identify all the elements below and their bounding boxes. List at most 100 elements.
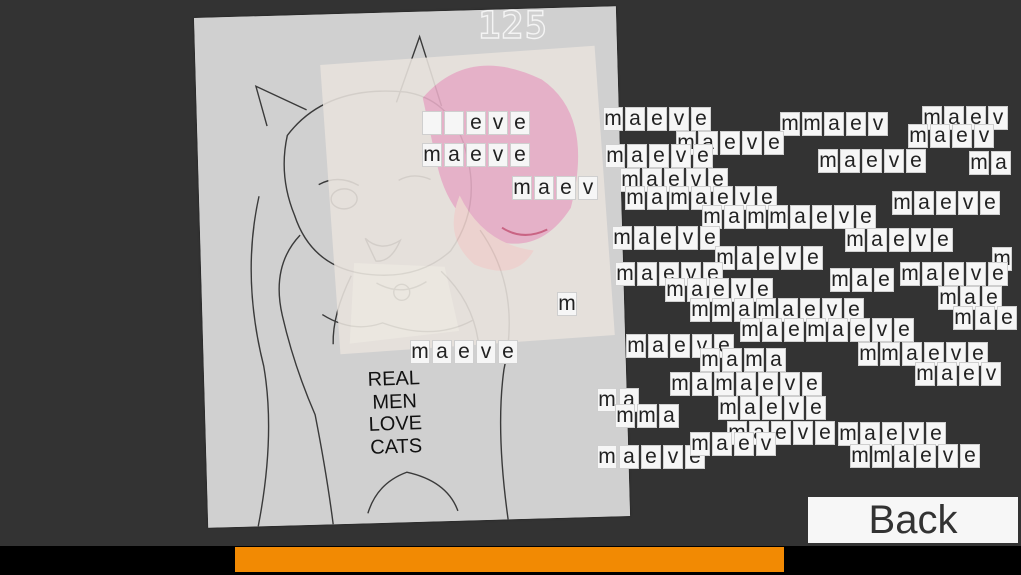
word-tile-group[interactable]: maeve [718, 396, 826, 420]
letter-tile[interactable]: a [712, 432, 732, 456]
letter-tile[interactable]: e [894, 318, 914, 342]
back-button[interactable]: Back [808, 497, 1018, 543]
letter-tile[interactable]: e [802, 372, 822, 396]
letter-tile[interactable]: m [872, 444, 892, 468]
letter-tile[interactable]: m [410, 340, 430, 364]
word-tile-group[interactable]: maeve [715, 246, 823, 270]
letter-tile[interactable]: m [892, 191, 912, 215]
letter-tile[interactable]: e [803, 246, 823, 270]
letter-tile[interactable]: e [656, 226, 676, 250]
letter-tile[interactable]: a [790, 205, 810, 229]
letter-tile[interactable]: m [768, 205, 788, 229]
word-tile-group[interactable]: maeve [818, 149, 926, 173]
letter-tile[interactable]: e [959, 362, 979, 386]
letter-tile[interactable]: e [936, 191, 956, 215]
letter-tile[interactable]: m [690, 432, 710, 456]
letter-tile[interactable]: e [693, 144, 713, 168]
word-tile-group[interactable]: mama [700, 348, 786, 372]
letter-tile[interactable]: e [980, 191, 1000, 215]
letter-tile[interactable]: m [838, 422, 858, 446]
letter-tile[interactable]: a [659, 404, 679, 428]
word-tile-group[interactable]: mae [830, 268, 894, 292]
word-tile-group[interactable]: mmaev [780, 112, 888, 136]
letter-tile[interactable] [422, 111, 442, 135]
letter-tile[interactable]: v [781, 246, 801, 270]
letter-tile[interactable]: m [746, 205, 766, 229]
letter-tile[interactable]: v [476, 340, 496, 364]
letter-tile[interactable]: m [915, 362, 935, 386]
letter-tile[interactable]: e [874, 268, 894, 292]
letter-tile[interactable]: a [860, 422, 880, 446]
letter-tile[interactable]: v [938, 444, 958, 468]
letter-tile[interactable]: v [966, 262, 986, 286]
letter-tile[interactable]: a [922, 262, 942, 286]
letter-tile[interactable]: a [975, 306, 995, 330]
letter-tile[interactable]: m [603, 107, 623, 131]
letter-tile[interactable]: v [678, 226, 698, 250]
letter-tile[interactable]: m [744, 348, 764, 372]
letter-tile[interactable]: a [828, 318, 848, 342]
word-tile-group[interactable]: m [557, 292, 577, 316]
letter-tile[interactable]: v [911, 228, 931, 252]
letter-tile[interactable]: m [802, 112, 822, 136]
letter-tile[interactable]: m [512, 176, 532, 200]
letter-tile[interactable]: e [647, 107, 667, 131]
letter-tile[interactable]: a [692, 372, 712, 396]
letter-tile[interactable]: a [914, 191, 934, 215]
word-tile-group[interactable]: mma [615, 404, 679, 428]
letter-tile[interactable]: m [626, 334, 646, 358]
letter-tile[interactable]: m [845, 228, 865, 252]
letter-tile[interactable]: m [712, 298, 732, 322]
word-tile-group[interactable]: maeve [838, 422, 946, 446]
letter-tile[interactable]: a [894, 444, 914, 468]
letter-tile[interactable]: e [988, 262, 1008, 286]
letter-tile[interactable]: m [690, 298, 710, 322]
word-tile-group[interactable]: mae [953, 306, 1017, 330]
letter-tile[interactable]: v [974, 124, 994, 148]
letter-tile[interactable]: e [812, 205, 832, 229]
letter-tile[interactable]: v [884, 149, 904, 173]
letter-tile[interactable]: m [612, 226, 632, 250]
letter-tile[interactable]: m [615, 262, 635, 286]
letter-tile[interactable]: m [700, 348, 720, 372]
letter-tile[interactable]: e [498, 340, 518, 364]
letter-tile[interactable]: e [815, 421, 835, 445]
letter-tile[interactable]: e [758, 372, 778, 396]
letter-tile[interactable]: m [714, 372, 734, 396]
letter-tile[interactable]: a [736, 372, 756, 396]
word-tile-group[interactable]: maev [915, 362, 1001, 386]
word-tile-group[interactable]: maemaeve [740, 318, 914, 342]
letter-tile[interactable]: v [671, 144, 691, 168]
word-tile-group[interactable]: maeve [612, 226, 720, 250]
letter-tile[interactable]: e [846, 112, 866, 136]
letter-tile[interactable]: v [784, 396, 804, 420]
letter-tile[interactable]: m [615, 404, 635, 428]
letter-tile[interactable]: e [856, 205, 876, 229]
letter-tile[interactable]: e [906, 149, 926, 173]
letter-tile[interactable]: m [718, 396, 738, 420]
letter-tile[interactable]: a [625, 107, 645, 131]
letter-tile[interactable]: m [806, 318, 826, 342]
word-tile-group[interactable]: maeve [410, 340, 518, 364]
letter-tile[interactable]: e [784, 318, 804, 342]
letter-tile[interactable]: e [889, 228, 909, 252]
letter-tile[interactable]: v [742, 131, 762, 155]
letter-tile[interactable]: m [830, 268, 850, 292]
word-tile-group[interactable]: maeve [605, 144, 713, 168]
letter-tile[interactable]: e [850, 318, 870, 342]
letter-tile[interactable]: a [648, 334, 668, 358]
word-tile-group[interactable]: maeve [892, 191, 1000, 215]
letter-tile[interactable]: v [780, 372, 800, 396]
letter-tile[interactable]: e [806, 396, 826, 420]
letter-tile[interactable]: e [882, 422, 902, 446]
letter-tile[interactable]: m [665, 278, 685, 302]
letter-tile[interactable]: e [960, 444, 980, 468]
letter-tile[interactable]: e [641, 445, 661, 469]
letter-tile[interactable]: v [868, 112, 888, 136]
letter-tile[interactable]: a [724, 205, 744, 229]
letter-tile[interactable]: a [824, 112, 844, 136]
letter-tile[interactable]: m [953, 306, 973, 330]
word-tile-group[interactable]: maeve [422, 143, 530, 167]
word-tile-group[interactable]: maev [908, 124, 994, 148]
letter-tile[interactable]: v [756, 432, 776, 456]
